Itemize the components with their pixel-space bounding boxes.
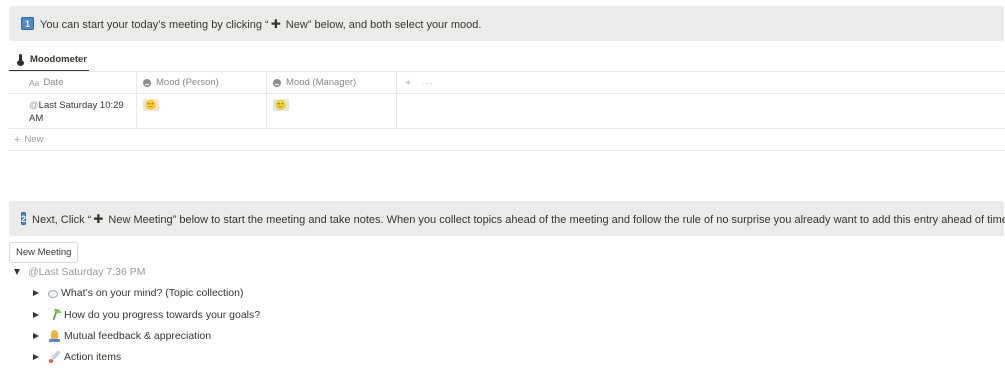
thermometer-icon	[17, 53, 24, 66]
column-actions: + ···	[397, 72, 1005, 93]
toggle-feedback[interactable]: Mutual feedback & appreciation	[33, 329, 211, 342]
column-header-mood-manager[interactable]: Mood (Manager)	[267, 72, 397, 93]
column-header-mood-person[interactable]: Mood (Person)	[137, 72, 267, 93]
toggle-label: Mutual feedback & appreciation	[64, 329, 212, 342]
table-row[interactable]: @Last Saturday 10:29 AM 🙂 🙂	[9, 94, 1005, 129]
new-meeting-button[interactable]: New Meeting	[9, 242, 79, 263]
select-property-icon	[143, 78, 151, 87]
text-property-icon: Aa	[29, 77, 40, 88]
more-options-button[interactable]: ···	[421, 78, 433, 88]
tab-label: Moodometer	[30, 53, 87, 65]
toggle-label: How do you progress towards your goals?	[64, 308, 261, 321]
toggle-label: What’s on your mind? (Topic collection)	[61, 287, 244, 299]
meeting-toggle[interactable]: @Last Saturday 7:36 PM	[14, 266, 145, 278]
empty-cell	[397, 94, 1005, 128]
toggle-topic-collection[interactable]: What’s on your mind? (Topic collection)	[33, 287, 243, 299]
column-header-date[interactable]: Aa Date	[9, 72, 137, 93]
tab-moodometer[interactable]: Moodometer	[9, 48, 89, 72]
plus-icon: ✚	[270, 16, 281, 31]
caret-right-icon[interactable]	[33, 353, 39, 360]
mood-manager-cell[interactable]: 🙂	[267, 94, 397, 128]
new-row: + New	[9, 129, 1005, 151]
add-column-button[interactable]: +	[405, 77, 411, 89]
caret-right-icon[interactable]	[33, 290, 39, 296]
toggle-action-items[interactable]: Action items	[33, 350, 121, 363]
toggle-label: Action items	[64, 350, 122, 363]
new-row-button[interactable]: + New	[9, 129, 43, 150]
number-badge-1: 1	[21, 17, 34, 30]
meeting-date: @Last Saturday 7:36 PM	[28, 266, 146, 278]
caret-down-icon[interactable]	[14, 269, 20, 275]
mood-tag: 🙂	[273, 99, 289, 111]
toggle-goals-progress[interactable]: How do you progress towards your goals?	[33, 308, 260, 321]
rocket-icon	[48, 350, 61, 363]
thought-bubble-icon	[48, 289, 58, 298]
plus-icon: ✚	[93, 211, 104, 226]
callout-step-2: 2 Next, Click “✚ New Meeting” below to s…	[9, 201, 1005, 236]
folded-hands-icon	[48, 329, 61, 342]
mood-person-cell[interactable]: 🙂	[137, 94, 267, 128]
mood-tag: 🙂	[143, 99, 159, 111]
seedling-icon	[48, 308, 61, 321]
callout-text: You can start your today’s meeting by cl…	[40, 16, 482, 31]
date-cell[interactable]: @Last Saturday 10:29 AM	[9, 94, 137, 128]
plus-icon: +	[14, 133, 21, 146]
mention-at: @	[29, 100, 39, 111]
moodometer-table: Aa Date Mood (Person) Mood (Manager) + ·…	[9, 71, 1005, 151]
callout-text: Next, Click “✚ New Meeting” below to sta…	[32, 211, 1005, 226]
select-property-icon	[273, 78, 281, 87]
table-header: Aa Date Mood (Person) Mood (Manager) + ·…	[9, 71, 1005, 94]
number-badge-2: 2	[21, 212, 27, 225]
caret-right-icon[interactable]	[33, 332, 39, 339]
caret-right-icon[interactable]	[33, 311, 39, 318]
callout-step-1: 1 You can start your today’s meeting by …	[9, 6, 1004, 41]
